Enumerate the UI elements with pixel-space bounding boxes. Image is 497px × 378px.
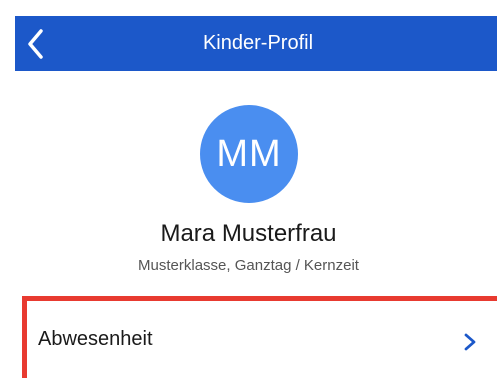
menu-item-label: Abwesenheit bbox=[38, 328, 153, 350]
child-name: Mara Musterfrau bbox=[160, 220, 337, 247]
menu-item-abwesenheit[interactable]: Abwesenheit bbox=[22, 296, 497, 378]
page-title: Kinder-Profil bbox=[202, 32, 314, 54]
chevron-left-icon bbox=[28, 29, 43, 59]
child-class-info: Musterklasse, Ganztag / Kernzeit bbox=[138, 257, 359, 274]
app-header: Kinder-Profil bbox=[15, 16, 497, 71]
avatar: MM bbox=[200, 105, 298, 203]
chevron-right-icon bbox=[463, 332, 477, 352]
back-button[interactable] bbox=[23, 26, 53, 62]
